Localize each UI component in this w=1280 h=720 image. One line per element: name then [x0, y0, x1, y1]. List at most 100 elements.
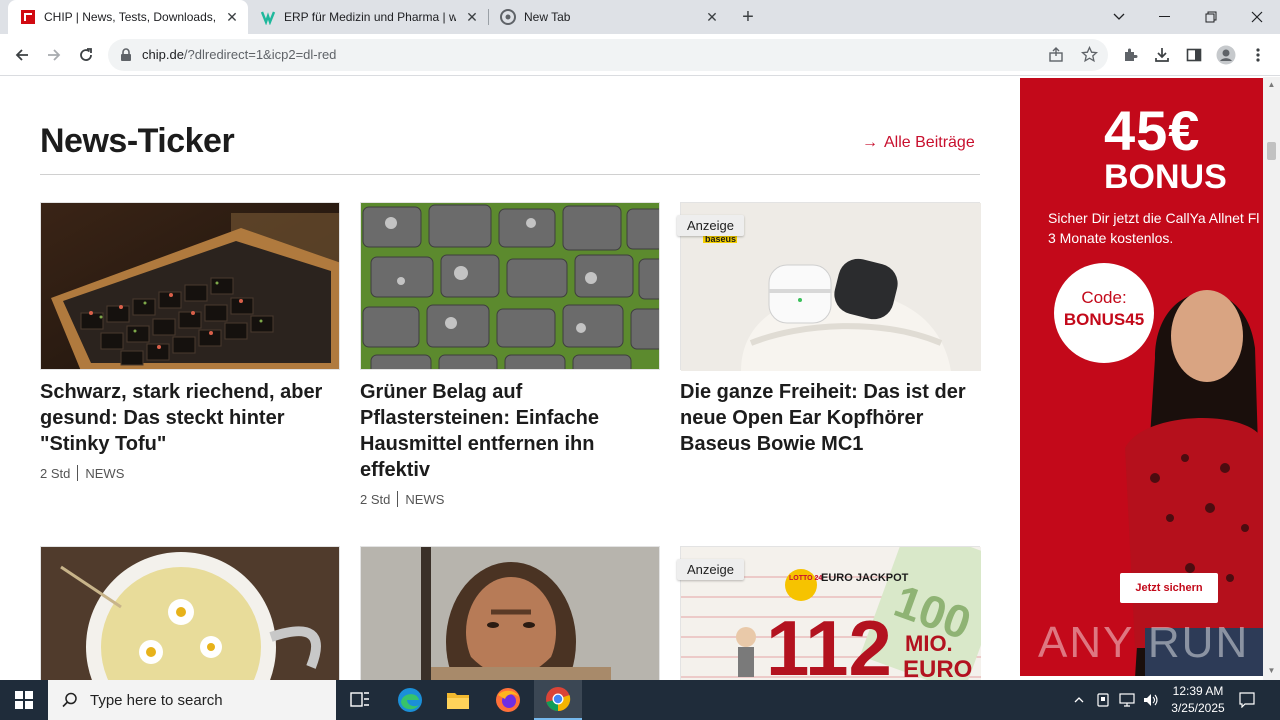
reload-button[interactable]: [72, 41, 100, 69]
chip-favicon-icon: [20, 9, 36, 25]
tab-title: ERP für Medizin und Pharma | w: [284, 10, 456, 24]
url-text: chip.de/?dlredirect=1&icp2=dl-red: [142, 47, 336, 62]
file-explorer-button[interactable]: [434, 680, 482, 720]
chevron-down-icon: [1113, 13, 1125, 20]
card-time: 2 Std: [40, 465, 71, 481]
device-icon: [1097, 693, 1109, 707]
firefox-button[interactable]: [484, 680, 532, 720]
tab-chip[interactable]: CHIP | News, Tests, Downloads, T ✕: [8, 0, 248, 34]
jackpot-unit-1: MIO.: [905, 631, 953, 656]
network-button[interactable]: [1116, 680, 1138, 720]
more-vertical-icon: [1256, 48, 1260, 62]
stinky-tofu-image: [41, 203, 339, 369]
card-meta: 2 Std NEWS: [360, 491, 444, 507]
lock-icon: [121, 48, 131, 61]
tab-title: CHIP | News, Tests, Downloads, T: [44, 10, 216, 24]
card-title[interactable]: Schwarz, stark riechend, aber gesund: Da…: [40, 379, 340, 457]
web-page: News-Ticker → Alle Beiträge Schwarz, star…: [0, 77, 1280, 680]
card-image-chamomile[interactable]: [40, 546, 340, 680]
tab-erp[interactable]: ERP für Medizin und Pharma | w ✕: [248, 0, 488, 34]
close-icon[interactable]: ✕: [464, 9, 480, 25]
browser-toolbar: chip.de/?dlredirect=1&icp2=dl-red: [0, 34, 1280, 76]
windows-logo-icon: [15, 691, 33, 709]
chrome-button[interactable]: [534, 680, 582, 720]
taskbar-clock[interactable]: 12:39 AM 3/25/2025: [1160, 683, 1236, 717]
card-image-lotto[interactable]: 100 LOTTO 24 EURO JACKPOT 112 MIO. EURO …: [677, 524, 1012, 680]
avatar-icon: [1216, 45, 1236, 65]
notifications-button[interactable]: [1236, 680, 1258, 720]
card-title[interactable]: Grüner Belag auf Pflastersteinen: Einfac…: [360, 379, 660, 483]
address-bar[interactable]: chip.de/?dlredirect=1&icp2=dl-red: [108, 39, 1108, 71]
star-icon[interactable]: [1080, 45, 1099, 68]
scroll-up-arrow-icon[interactable]: ▲: [1267, 80, 1276, 89]
side-panel-icon: [1186, 48, 1202, 62]
search-icon: [62, 692, 77, 708]
card-image-stinky-tofu[interactable]: [40, 202, 340, 370]
tab-search-button[interactable]: [1096, 0, 1142, 34]
close-icon[interactable]: ✕: [704, 9, 720, 25]
scrollbar-thumb[interactable]: [1267, 142, 1276, 160]
side-panel-button[interactable]: [1180, 41, 1208, 69]
tray-device-button[interactable]: [1092, 680, 1114, 720]
url-path: /?dlredirect=1&icp2=dl-red: [183, 47, 337, 62]
card-category[interactable]: NEWS: [405, 492, 444, 507]
forward-button[interactable]: [40, 41, 68, 69]
chrome-icon: [546, 687, 571, 712]
card-time: 2 Std: [360, 491, 391, 507]
tab-title: New Tab: [524, 10, 571, 24]
paving-stones-image: [361, 203, 659, 369]
chamomile-tea-image: [41, 547, 339, 680]
speaker-icon: [1144, 694, 1158, 706]
task-view-button[interactable]: [336, 680, 384, 720]
windows-taskbar: Type here to search 12:39 AM 3/25/2025: [0, 680, 1280, 720]
download-icon: [1155, 48, 1169, 62]
new-tab-button[interactable]: +: [736, 6, 760, 28]
close-window-button[interactable]: [1234, 0, 1280, 34]
arrow-right-icon: →: [862, 134, 878, 151]
divider: [397, 491, 399, 507]
edge-button[interactable]: [386, 680, 434, 720]
ad-text: Sicher Dir jetzt die CallYa Allnet Fl 3 …: [1048, 208, 1263, 248]
code-value: BONUS45: [1063, 310, 1145, 329]
start-button[interactable]: [0, 680, 48, 720]
tab-new-tab[interactable]: New Tab ✕: [488, 0, 728, 34]
ad-text-line: 3 Monate kostenlos.: [1048, 230, 1174, 246]
card-title[interactable]: Die ganze Freiheit: Das ist der neue Ope…: [680, 379, 980, 457]
ad-badge: Anzeige: [677, 559, 744, 580]
chrome-favicon-icon: [500, 9, 516, 25]
card-category[interactable]: NEWS: [85, 466, 124, 481]
back-button[interactable]: [8, 41, 36, 69]
ad-badge: Anzeige: [677, 215, 744, 236]
clock-date: 3/25/2025: [1171, 701, 1225, 715]
card-image-neanderthal[interactable]: [360, 546, 660, 680]
vodafone-ad-banner[interactable]: 45€ BONUS Sicher Dir jetzt die CallYa Al…: [1020, 78, 1263, 676]
neanderthal-image: [361, 547, 659, 680]
taskbar-search[interactable]: Type here to search: [48, 680, 336, 720]
all-posts-label: Alle Beiträge: [884, 134, 975, 151]
minimize-button[interactable]: [1142, 0, 1188, 34]
divider: [40, 174, 980, 175]
extensions-button[interactable]: [1116, 41, 1144, 69]
profile-button[interactable]: [1212, 41, 1240, 69]
jetzt-sichern-button[interactable]: Jetzt sichern: [1120, 573, 1218, 603]
code-label: Code:: [1081, 288, 1127, 307]
jackpot-unit-2: EURO: [903, 656, 972, 680]
scrollbar[interactable]: ▲ ▼: [1263, 77, 1280, 680]
ad-text-line: Sicher Dir jetzt die CallYa Allnet Fl: [1048, 210, 1260, 226]
promo-code-badge: Code: BONUS45: [1054, 263, 1154, 363]
tray-overflow-button[interactable]: [1068, 680, 1090, 720]
restore-button[interactable]: [1188, 0, 1234, 34]
all-posts-link[interactable]: → Alle Beiträge: [862, 134, 975, 152]
arrow-right-icon: [48, 49, 61, 61]
volume-button[interactable]: [1140, 680, 1162, 720]
scroll-down-arrow-icon[interactable]: ▼: [1267, 666, 1276, 675]
share-icon[interactable]: [1048, 47, 1064, 68]
section-title: News-Ticker: [40, 122, 235, 160]
jackpot-amount: 112: [766, 604, 892, 680]
close-icon[interactable]: ✕: [224, 9, 240, 25]
downloads-button[interactable]: [1148, 41, 1176, 69]
menu-button[interactable]: [1244, 41, 1272, 69]
network-icon: [1119, 693, 1135, 707]
card-image-paving-stones[interactable]: [360, 202, 660, 370]
card-image-earbuds[interactable]: baseus Anzeige: [677, 202, 981, 371]
